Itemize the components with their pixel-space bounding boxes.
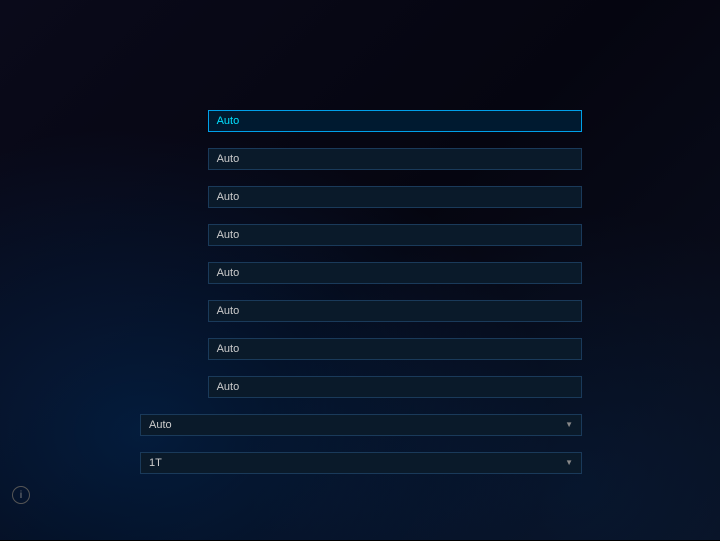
row-value: Auto <box>208 148 582 170</box>
row-value: Auto <box>208 224 582 246</box>
row-value: Auto <box>208 300 582 322</box>
info-icon[interactable]: i <box>12 486 30 504</box>
row-value: Auto <box>208 186 582 208</box>
row-value: Auto <box>208 110 582 132</box>
row-value[interactable]: 1T <box>140 452 582 474</box>
bios-utility: ASUS UEFI BIOS Utility – Advanced Mode 🌐… <box>0 0 720 540</box>
row-value: Auto <box>208 376 582 398</box>
row-value: Auto <box>208 262 582 284</box>
row-value[interactable]: Auto <box>140 414 582 436</box>
row-value: Auto <box>208 338 582 360</box>
